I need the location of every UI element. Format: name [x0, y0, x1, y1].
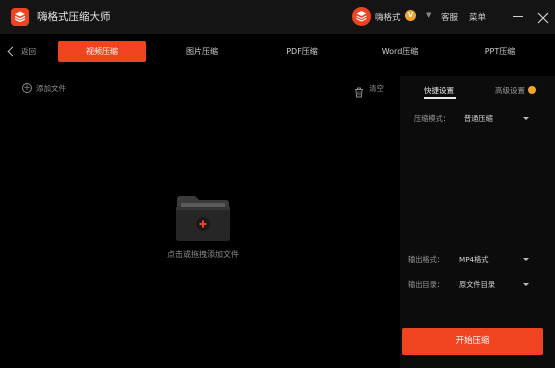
compress-mode-label: 压缩模式： [414, 114, 450, 123]
tab-quick-settings[interactable]: 快捷设置 [424, 85, 454, 96]
support-button[interactable]: 客服 [441, 11, 458, 23]
app-logo-icon [11, 8, 29, 26]
back-label: 返回 [21, 47, 36, 56]
chevron-down-icon[interactable]: ▼ [426, 11, 431, 19]
avatar-icon[interactable] [352, 7, 371, 26]
output-dir-select[interactable]: 原文件目录 [459, 280, 495, 290]
output-format-label: 输出格式： [408, 255, 444, 264]
clear-label: 清空 [369, 84, 384, 93]
start-compress-button[interactable]: 开始压缩 [402, 328, 543, 355]
back-chevron-icon [7, 46, 18, 57]
back-button[interactable]: 返回 [7, 46, 45, 60]
vip-icon: V [405, 10, 416, 21]
tab-image-compress[interactable]: 图片压缩 [168, 41, 236, 62]
vip-badge-icon [528, 86, 536, 94]
add-circle-icon: + [22, 83, 32, 93]
compress-mode-select[interactable]: 普通压缩 [464, 114, 493, 124]
tab-word-compress[interactable]: Word压缩 [366, 41, 434, 62]
add-file-label: 添加文件 [36, 84, 66, 93]
output-dir-label: 输出目录： [408, 280, 444, 289]
app-title: 嗨格式压缩大师 [37, 11, 111, 23]
minimize-icon[interactable] [513, 16, 523, 17]
dropzone-hint[interactable]: 点击或拖拽添加文件 [148, 249, 258, 260]
user-name[interactable]: 嗨格式 [375, 11, 401, 23]
folder-add-icon[interactable] [175, 195, 231, 242]
close-icon[interactable] [537, 9, 549, 24]
output-format-select[interactable]: MP4格式 [459, 255, 488, 265]
caret-down-icon[interactable] [523, 258, 529, 261]
caret-down-icon[interactable] [523, 117, 529, 120]
tab-pdf-compress[interactable]: PDF压缩 [268, 41, 336, 62]
trash-icon [354, 83, 364, 98]
tab-video-compress[interactable]: 视频压缩 [58, 41, 146, 62]
tab-ppt-compress[interactable]: PPT压缩 [466, 41, 534, 62]
menu-button[interactable]: 菜单 [469, 11, 486, 23]
caret-down-icon[interactable] [523, 283, 529, 286]
tab-underline [424, 97, 456, 99]
tab-advanced-settings[interactable]: 高级设置 [495, 85, 525, 96]
